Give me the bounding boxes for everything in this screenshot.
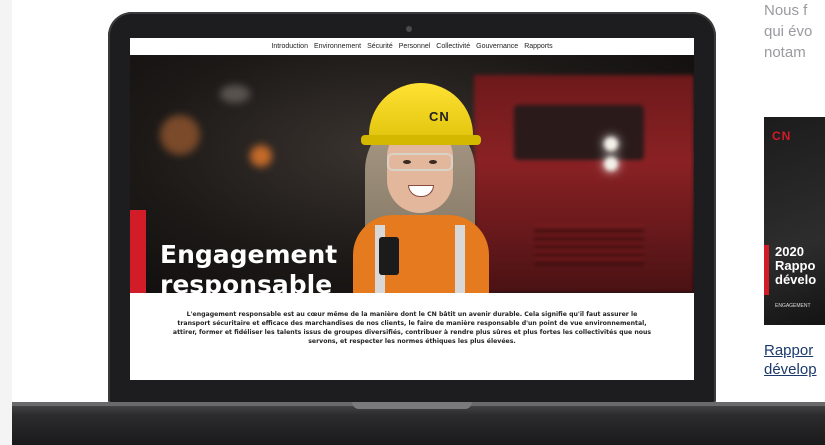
cover-title-line: Rappo: [775, 258, 816, 273]
body-text-line: notam: [764, 44, 806, 61]
laptop-mockup: Introduction Environnement Sécurité Pers…: [108, 12, 716, 404]
nav-item-collectivite[interactable]: Collectivité: [436, 43, 470, 50]
hero-title: Engagement responsable: [160, 240, 400, 293]
body-text: Nous f qui évo notam: [764, 0, 825, 63]
accent-bar: [130, 210, 146, 293]
body-text-line: qui évo: [764, 23, 813, 40]
bokeh-light: [250, 145, 272, 167]
nav-item-gouvernance[interactable]: Gouvernance: [476, 43, 518, 50]
locomotive-light: [604, 137, 618, 151]
hero-title-line: responsable: [160, 270, 333, 293]
site-navigation: Introduction Environnement Sécurité Pers…: [130, 38, 694, 55]
nav-item-personnel[interactable]: Personnel: [399, 43, 431, 50]
nav-item-environnement[interactable]: Environnement: [314, 43, 361, 50]
report-link[interactable]: Rappor dévelop: [764, 341, 817, 379]
report-link-line: Rappor: [764, 342, 814, 359]
camera-dot: [406, 26, 412, 32]
report-cover[interactable]: CN 2020 Rappo dévelo ENGAGEMENT: [764, 117, 825, 325]
smile: [408, 185, 434, 197]
safety-glasses: [387, 153, 453, 171]
cover-title: 2020 Rappo dévelo: [775, 245, 816, 287]
nav-item-introduction[interactable]: Introduction: [271, 43, 308, 50]
cn-logo: CN: [772, 129, 792, 143]
locomotive: [474, 75, 694, 293]
nav-item-rapports[interactable]: Rapports: [524, 43, 552, 50]
report-link-line: dévelop: [764, 361, 817, 378]
body-text-line: Nous f: [764, 2, 808, 19]
locomotive-grille: [534, 225, 644, 265]
hard-hat-brim: [361, 135, 481, 145]
cover-accent-bar: [764, 245, 769, 295]
nav-item-securite[interactable]: Sécurité: [367, 43, 393, 50]
laptop-base: [12, 402, 825, 445]
cover-title-line: dévelo: [775, 272, 817, 287]
hero-title-line: Engagement: [160, 240, 338, 269]
intro-paragraph: L'engagement responsable est au cœur mêm…: [172, 311, 652, 345]
hard-hat: CN: [369, 83, 473, 143]
laptop-notch: [352, 402, 472, 409]
cover-subtitle: ENGAGEMENT: [775, 303, 811, 309]
vest-stripe: [455, 225, 465, 293]
cover-title-line: 2020: [775, 244, 804, 259]
bokeh-light: [160, 115, 200, 155]
page-gutter: [0, 0, 12, 445]
cn-logo: CN: [429, 109, 450, 124]
bokeh-light: [220, 85, 250, 103]
locomotive-window: [514, 105, 644, 160]
hero-image: CN Engagement responsable: [130, 55, 694, 293]
laptop-screen: Introduction Environnement Sécurité Pers…: [130, 38, 694, 380]
locomotive-light: [604, 157, 618, 171]
